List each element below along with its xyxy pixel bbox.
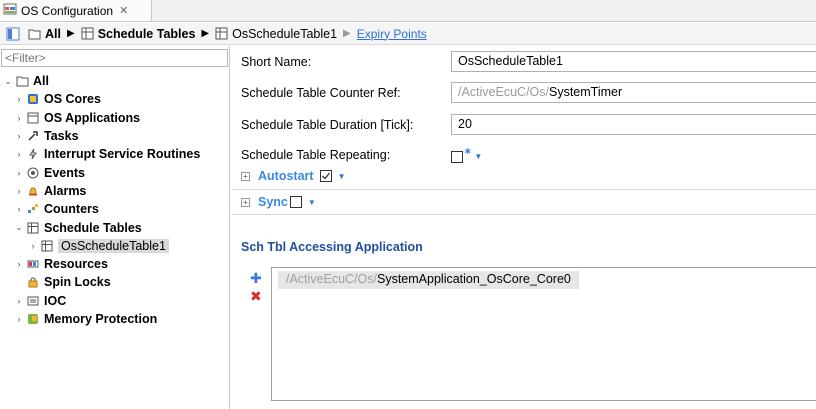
- accessing-app-list[interactable]: /ActiveEcuC/Os/SystemApplication_OsCore_…: [271, 267, 816, 401]
- bell-icon: [26, 184, 40, 198]
- breadcrumb-schedule-tables[interactable]: Schedule Tables: [81, 27, 195, 41]
- autostart-section[interactable]: + Autostart ▼: [241, 167, 345, 185]
- tree-item-alarms[interactable]: › Alarms: [0, 182, 230, 200]
- chevron-right-icon[interactable]: ›: [14, 168, 24, 178]
- filter-input[interactable]: [1, 49, 228, 67]
- ioc-icon: [26, 294, 40, 308]
- chevron-down-icon[interactable]: ⌄: [14, 222, 24, 233]
- tree-item-all[interactable]: ⌄ All: [0, 72, 230, 90]
- duration-field[interactable]: 20: [451, 114, 816, 135]
- table-icon: [26, 221, 40, 235]
- chevron-right-icon[interactable]: ›: [14, 186, 24, 196]
- chevron-right-icon[interactable]: ›: [14, 149, 24, 159]
- tree-item-memory-protection[interactable]: › Memory Protection: [0, 310, 230, 328]
- resource-icon: [26, 257, 40, 271]
- tree-panel: ⌄ All › OS Cores › OS Applications › Tas…: [0, 46, 230, 409]
- list-item[interactable]: /ActiveEcuC/Os/SystemApplication_OsCore_…: [278, 271, 579, 289]
- table-icon: [215, 27, 228, 40]
- task-icon: [26, 129, 40, 143]
- divider: [231, 214, 816, 215]
- autostart-checkbox[interactable]: [319, 170, 332, 182]
- tree-item-os-cores[interactable]: › OS Cores: [0, 90, 230, 108]
- table-icon: [40, 239, 54, 253]
- counter-ref-row: Schedule Table Counter Ref:: [241, 82, 401, 104]
- cpu-icon: [26, 92, 40, 106]
- chevron-right-icon[interactable]: ›: [28, 241, 38, 251]
- tree-item-counters[interactable]: › Counters: [0, 200, 230, 218]
- tree-item-resources[interactable]: › Resources: [0, 255, 230, 273]
- delete-icon[interactable]: ✖: [250, 288, 262, 305]
- close-icon[interactable]: ✕: [119, 4, 128, 17]
- app-icon: [26, 111, 40, 125]
- autostart-title: Autostart: [258, 169, 314, 183]
- chevron-right-icon[interactable]: ›: [14, 113, 24, 123]
- chevron-right-icon[interactable]: ›: [14, 131, 24, 141]
- short-name-field[interactable]: OsScheduleTable1: [451, 51, 816, 72]
- breadcrumb-separator-icon: ▶: [343, 28, 351, 39]
- editor-tab-title: OS Configuration: [21, 3, 114, 18]
- expand-icon[interactable]: +: [241, 171, 250, 181]
- chevron-right-icon[interactable]: ›: [14, 204, 24, 214]
- tree-item-osscheduletable1[interactable]: › OsScheduleTable1: [0, 237, 230, 255]
- chevron-right-icon[interactable]: ›: [14, 94, 24, 104]
- short-name-label: Short Name:: [241, 55, 312, 69]
- sync-checkbox[interactable]: [289, 196, 302, 208]
- breadcrumb-separator-icon: ▶: [66, 28, 75, 39]
- repeating-row: Schedule Table Repeating:: [241, 144, 390, 166]
- toggle-tree-icon[interactable]: [6, 27, 20, 41]
- expiry-points-link[interactable]: Expiry Points: [357, 27, 427, 41]
- chevron-right-icon[interactable]: ›: [14, 314, 24, 324]
- folder-icon: [28, 28, 41, 40]
- breadcrumb-current[interactable]: OsScheduleTable1: [215, 27, 337, 41]
- expand-icon[interactable]: +: [241, 197, 250, 207]
- counter-ref-field[interactable]: /ActiveEcuC/Os/SystemTimer: [451, 82, 816, 103]
- editor-tab-strip: OS Configuration ✕: [0, 0, 816, 22]
- properties-panel: Short Name: OsScheduleTable1 Schedule Ta…: [231, 46, 816, 409]
- tree-item-ioc[interactable]: › IOC: [0, 292, 230, 310]
- event-icon: [26, 166, 40, 180]
- chevron-right-icon[interactable]: ›: [14, 259, 24, 269]
- editor-tab[interactable]: OS Configuration ✕: [0, 0, 152, 22]
- chevron-down-icon[interactable]: ▼: [338, 172, 346, 181]
- breadcrumb: All ▶ Schedule Tables ▶ OsScheduleTable1…: [0, 23, 816, 45]
- duration-row: Schedule Table Duration [Tick]:: [241, 114, 413, 136]
- lock-icon: [26, 275, 40, 289]
- short-name-row: Short Name:: [241, 51, 311, 73]
- divider: [231, 189, 816, 190]
- counter-ref-label: Schedule Table Counter Ref:: [241, 86, 401, 100]
- tree-item-os-applications[interactable]: › OS Applications: [0, 109, 230, 127]
- sync-title: Sync: [258, 195, 288, 209]
- counter-icon: [26, 202, 40, 216]
- chevron-down-icon[interactable]: ▼: [308, 198, 316, 207]
- table-icon: [81, 27, 94, 40]
- chevron-down-icon[interactable]: ⌄: [3, 76, 13, 87]
- chevron-right-icon[interactable]: ›: [14, 296, 24, 306]
- tree-item-isr[interactable]: › Interrupt Service Routines: [0, 145, 230, 163]
- tree-item-tasks[interactable]: › Tasks: [0, 127, 230, 145]
- duration-label: Schedule Table Duration [Tick]:: [241, 118, 414, 132]
- sync-section[interactable]: + Sync ▼: [241, 193, 316, 211]
- folder-icon: [15, 74, 29, 88]
- os-config-icon: [3, 2, 17, 19]
- accessing-app-title: Sch Tbl Accessing Application: [241, 240, 423, 254]
- config-tree: ⌄ All › OS Cores › OS Applications › Tas…: [0, 72, 230, 328]
- isr-icon: [26, 147, 40, 161]
- tree-item-events[interactable]: › Events: [0, 163, 230, 181]
- repeating-control[interactable]: ✱ ▼: [451, 147, 482, 163]
- repeating-checkbox[interactable]: [451, 150, 463, 163]
- accessing-app-header: Sch Tbl Accessing Application: [241, 238, 423, 256]
- breadcrumb-all[interactable]: All: [28, 27, 61, 41]
- tree-item-spin-locks[interactable]: Spin Locks: [0, 273, 230, 291]
- shield-icon: [26, 312, 40, 326]
- add-icon[interactable]: ✚: [250, 270, 262, 287]
- tree-item-schedule-tables[interactable]: ⌄ Schedule Tables: [0, 218, 230, 236]
- breadcrumb-separator-icon: ▶: [201, 28, 210, 39]
- default-marker-icon: ✱: [464, 147, 472, 156]
- chevron-down-icon[interactable]: ▼: [474, 152, 482, 161]
- repeating-label: Schedule Table Repeating:: [241, 148, 391, 162]
